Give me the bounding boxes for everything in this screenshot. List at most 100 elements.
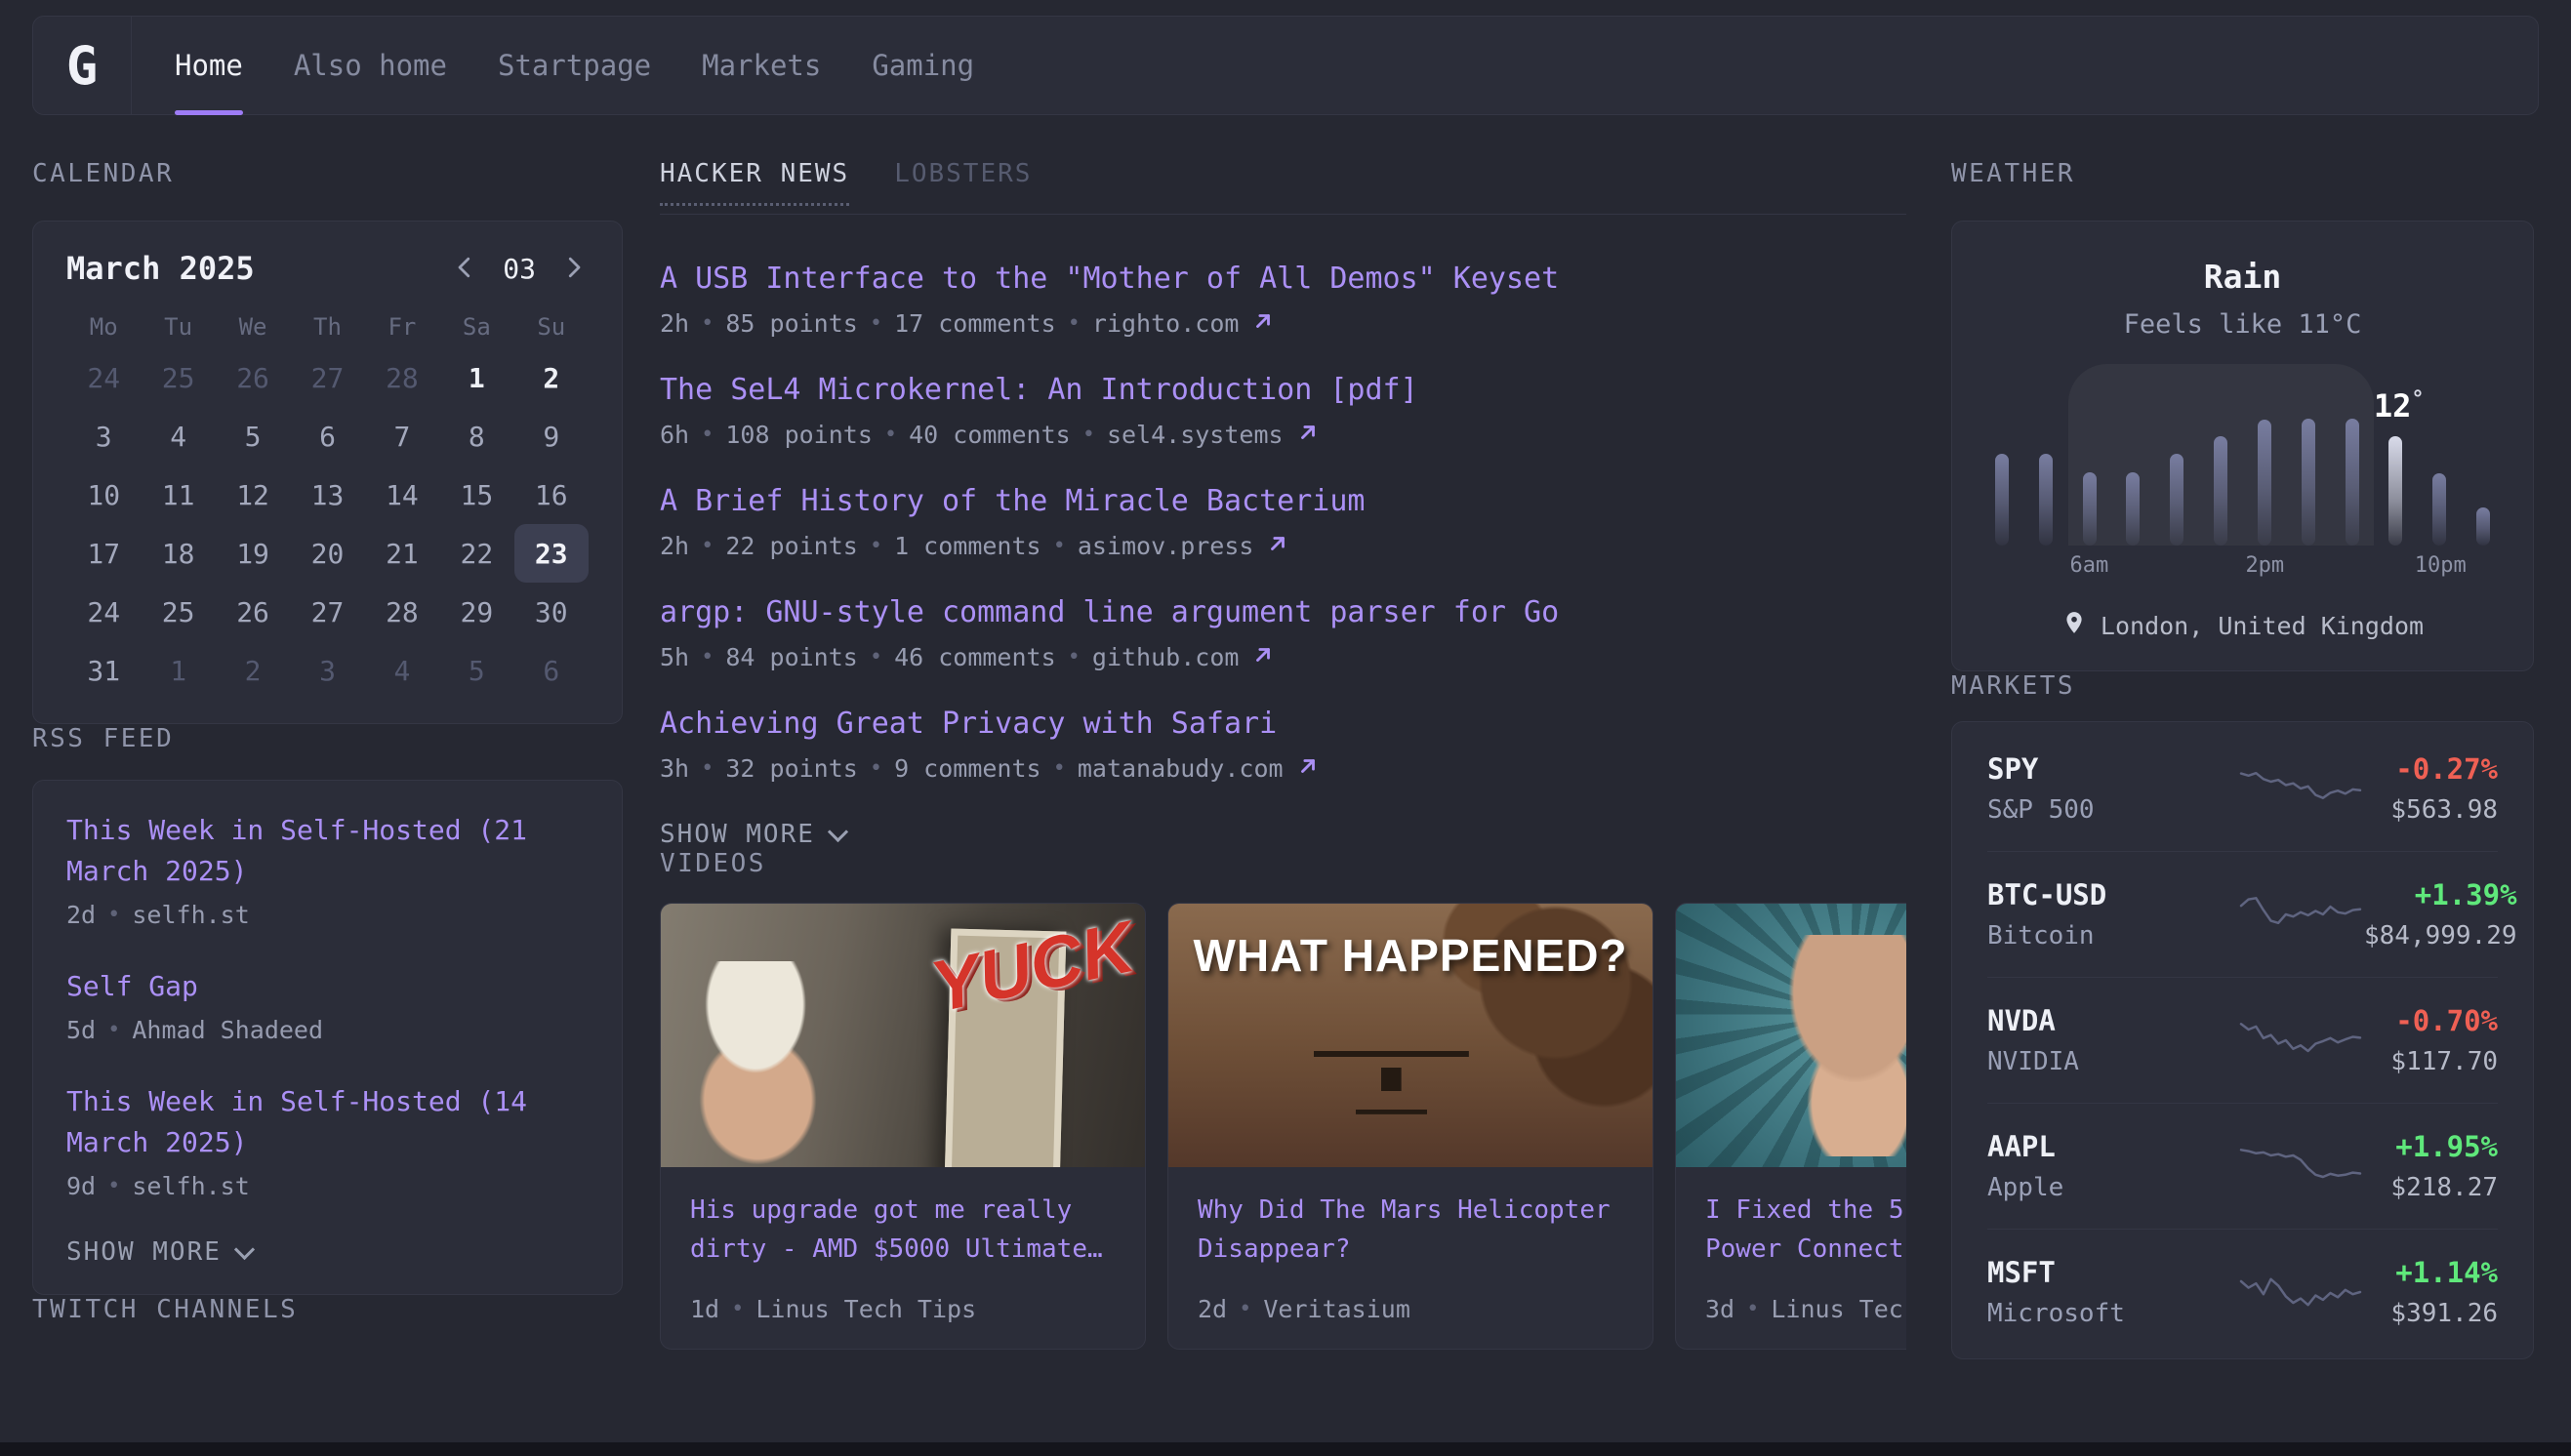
market-row[interactable]: BTC-USD Bitcoin +1.39% $84,999.29 (1987, 851, 2498, 977)
video-thumbnail: YUCK (661, 904, 1145, 1167)
calendar-day: 10 (66, 465, 141, 524)
news-item-link[interactable]: argp: GNU-style command line argument pa… (660, 591, 1906, 634)
calendar-prev-button[interactable] (450, 253, 479, 285)
news-tab[interactable]: HACKER NEWS (660, 159, 849, 214)
market-change: +1.39% (2364, 876, 2517, 913)
nav-tab[interactable]: Home (175, 17, 243, 114)
rss-item-source: selfh.st (132, 1171, 249, 1202)
calendar-day: 6 (514, 641, 589, 700)
video-channel[interactable]: Linus Tec (1771, 1294, 1902, 1325)
market-row[interactable]: SPY S&P 500 -0.27% $563.98 (1987, 726, 2498, 851)
calendar-day: 14 (365, 465, 439, 524)
news-item-points: 108 points (725, 420, 873, 451)
nav-tab[interactable]: Markets (702, 17, 821, 114)
market-change: +1.14% (2364, 1254, 2498, 1291)
news-tab-label: LOBSTERS (894, 159, 1032, 188)
market-change: +1.95% (2364, 1128, 2498, 1165)
news-item-domain[interactable]: righto.com (1092, 308, 1240, 340)
dashboard-page: G Home Also home Startpage Markets Gamin… (0, 0, 2571, 1456)
video-channel[interactable]: Veritasium (1263, 1294, 1410, 1325)
calendar-day: 26 (216, 348, 290, 407)
market-values: +1.39% $84,999.29 (2364, 876, 2517, 952)
news-item-comments[interactable]: 17 comments (894, 308, 1056, 340)
news-item-domain[interactable]: sel4.systems (1107, 420, 1284, 451)
calendar-next-button[interactable] (559, 253, 589, 285)
video-card[interactable]: YUCK His upgrade got me really dirty - A… (660, 903, 1146, 1350)
market-name: Bitcoin (1987, 919, 2231, 952)
calendar-day: 18 (141, 524, 215, 583)
news-item-comments[interactable]: 40 comments (909, 420, 1071, 451)
rss-item-link[interactable]: This Week in Self-Hosted (21 March 2025) (66, 810, 589, 892)
weather-location-text: London, United Kingdom (2101, 612, 2424, 640)
news-item-points: 85 points (725, 308, 857, 340)
news-item-meta: 2h • 22 points • 1 comments • asimov.pre… (660, 531, 1906, 562)
videos-section-title: VIDEOS (660, 849, 1906, 879)
news-item-link[interactable]: Achieving Great Privacy with Safari (660, 703, 1906, 746)
news-item-domain[interactable]: matanabudy.com (1078, 753, 1284, 785)
map-pin-icon (2061, 610, 2087, 641)
news-show-more-button[interactable]: SHOW MORE (660, 820, 1906, 849)
nav-tab[interactable]: Gaming (872, 17, 974, 114)
video-thumbnail: DO TH T (1676, 904, 1906, 1167)
weather-bar (2346, 419, 2359, 546)
video-title-link[interactable]: Why Did The Mars Helicopter Disappear? (1198, 1191, 1623, 1269)
news-item-domain[interactable]: github.com (1092, 642, 1240, 673)
chevron-right-icon (559, 253, 589, 285)
market-values: +1.14% $391.26 (2364, 1254, 2498, 1330)
separator-dot: • (1068, 308, 1081, 340)
market-change: -0.27% (2364, 750, 2498, 788)
market-row[interactable]: MSFT Microsoft +1.14% $391.26 (1987, 1229, 2498, 1355)
calendar-controls: 03 (450, 253, 589, 285)
calendar-day: 7 (365, 407, 439, 465)
calendar-day: 24 (66, 583, 141, 641)
weather-bar (2126, 472, 2140, 546)
news-item-comments[interactable]: 9 comments (894, 753, 1041, 785)
market-values: -0.27% $563.98 (2364, 750, 2498, 827)
rss-item: Self Gap 5d • Ahmad Shadeed (66, 966, 589, 1046)
nav-tab[interactable]: Startpage (498, 17, 651, 114)
calendar-day: 25 (141, 348, 215, 407)
rss-show-more-button[interactable]: SHOW MORE (66, 1237, 589, 1267)
market-price: $391.26 (2364, 1297, 2498, 1330)
video-title-link[interactable]: His upgrade got me really dirty - AMD $5… (690, 1191, 1116, 1269)
video-age: 3d (1705, 1294, 1734, 1325)
nav-tab-label: Startpage (498, 49, 651, 82)
news-item-domain[interactable]: asimov.press (1078, 531, 1254, 562)
weather-bar (2432, 473, 2446, 546)
nav-tab[interactable]: Also home (294, 17, 447, 114)
rss-item-source: Ahmad Shadeed (132, 1015, 323, 1046)
calendar-day: 4 (141, 407, 215, 465)
news-item-link[interactable]: A USB Interface to the "Mother of All De… (660, 258, 1906, 301)
video-card[interactable]: WHAT HAPPENED? Why Did The Mars Helicopt… (1167, 903, 1653, 1350)
market-symbol: SPY (1987, 750, 2231, 788)
rss-item-link[interactable]: This Week in Self-Hosted (14 March 2025) (66, 1081, 589, 1163)
calendar-day: 27 (290, 348, 364, 407)
video-card[interactable]: DO TH T I Fixed the 5 Power Connect 3d •… (1675, 903, 1906, 1350)
market-row[interactable]: AAPL Apple +1.95% $218.27 (1987, 1103, 2498, 1229)
rss-item-link[interactable]: Self Gap (66, 966, 589, 1007)
app-logo[interactable]: G (33, 17, 132, 114)
video-card-body: His upgrade got me really dirty - AMD $5… (661, 1167, 1145, 1349)
market-values: +1.95% $218.27 (2364, 1128, 2498, 1204)
news-item-age: 3h (660, 753, 689, 785)
news-tab[interactable]: LOBSTERS (894, 159, 1032, 214)
news-item-comments[interactable]: 46 comments (894, 642, 1056, 673)
video-channel[interactable]: Linus Tech Tips (755, 1294, 976, 1325)
weather-degree-symbol: ° (2411, 387, 2424, 412)
calendar-day: 30 (514, 583, 589, 641)
video-title-link[interactable]: I Fixed the 5 Power Connect (1705, 1191, 1906, 1269)
video-card-body: Why Did The Mars Helicopter Disappear? 2… (1168, 1167, 1653, 1349)
news-item-points: 84 points (725, 642, 857, 673)
video-thumbnail-overlay-text: WHAT HAPPENED? (1168, 929, 1653, 982)
calendar-day: 16 (514, 465, 589, 524)
news-item-link[interactable]: The SeL4 Microkernel: An Introduction [p… (660, 369, 1906, 412)
weather-time-label: 2pm (2245, 553, 2284, 578)
market-price: $84,999.29 (2364, 919, 2517, 952)
twitch-section-title: TWITCH CHANNELS (32, 1295, 623, 1325)
market-symbol: BTC-USD (1987, 876, 2231, 913)
news-item: The SeL4 Microkernel: An Introduction [p… (660, 369, 1906, 451)
news-item-link[interactable]: A Brief History of the Miracle Bacterium (660, 480, 1906, 523)
separator-dot: • (701, 308, 714, 340)
market-row[interactable]: NVDA NVIDIA -0.70% $117.70 (1987, 977, 2498, 1103)
news-item-comments[interactable]: 1 comments (894, 531, 1041, 562)
